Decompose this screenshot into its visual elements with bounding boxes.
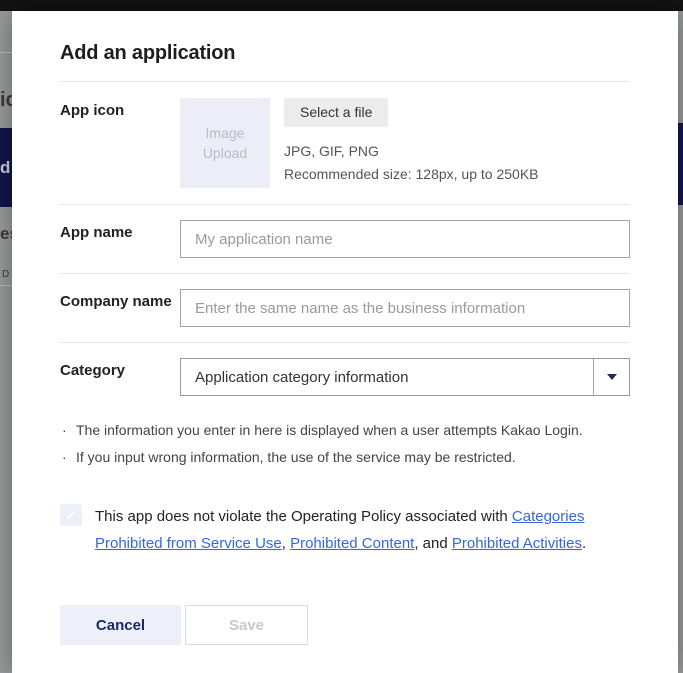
backdrop-banner: d xyxy=(0,128,12,207)
note-line: · If you input wrong information, the us… xyxy=(62,447,630,467)
app-name-label: App name xyxy=(60,220,180,244)
screen: ic d es D Add an application App icon Im… xyxy=(0,0,683,673)
allowed-formats-text: JPG, GIF, PNG xyxy=(284,140,539,163)
bullet: · xyxy=(62,420,76,440)
recommended-size-text: Recommended size: 128px, up to 250KB xyxy=(284,163,539,186)
save-button[interactable]: Save xyxy=(185,605,308,645)
link-prohibited-activities[interactable]: Prohibited Activities xyxy=(452,535,582,552)
company-name-input[interactable] xyxy=(180,289,630,327)
category-selected-value: Application category information xyxy=(181,359,593,395)
app-icon-row: App icon Image Upload Select a file JPG,… xyxy=(60,82,630,205)
company-name-row: Company name xyxy=(60,274,630,343)
policy-text-before: This app does not violate the Operating … xyxy=(95,508,512,525)
bullet: · xyxy=(62,447,76,467)
cancel-button[interactable]: Cancel xyxy=(60,605,181,645)
backdrop-divider xyxy=(0,285,12,286)
checkmark-icon: ✓ xyxy=(65,508,77,522)
notes-section: · The information you enter in here is d… xyxy=(60,409,630,467)
link-prohibited-content[interactable]: Prohibited Content xyxy=(290,535,414,552)
policy-agreement-row: ✓ This app does not violate the Operatin… xyxy=(60,503,630,557)
select-file-button[interactable]: Select a file xyxy=(284,98,388,127)
backdrop-divider xyxy=(0,52,12,53)
backdrop-text-fragment: D xyxy=(2,269,9,280)
chevron-down-icon xyxy=(607,374,617,380)
category-label: Category xyxy=(60,358,180,382)
note-line: · The information you enter in here is d… xyxy=(62,420,630,440)
backdrop-top-bar xyxy=(0,0,683,11)
backdrop-banner xyxy=(678,123,683,205)
modal-footer-buttons: Cancel Save xyxy=(60,605,630,645)
upload-placeholder-line1: Image xyxy=(206,123,245,143)
policy-separator: , xyxy=(282,535,290,552)
backdrop-right-strip xyxy=(678,11,683,673)
backdrop-left-strip: ic d es D xyxy=(0,11,12,673)
company-name-label: Company name xyxy=(60,289,180,313)
policy-checkbox[interactable]: ✓ xyxy=(60,504,82,526)
add-application-modal: Add an application App icon Image Upload… xyxy=(12,11,678,673)
app-name-row: App name xyxy=(60,205,630,274)
backdrop-text-fragment: ic xyxy=(0,89,12,112)
note-text: If you input wrong information, the use … xyxy=(76,447,516,467)
policy-separator: , and xyxy=(414,535,452,552)
note-text: The information you enter in here is dis… xyxy=(76,420,583,440)
category-select[interactable]: Application category information xyxy=(180,358,630,396)
category-row: Category Application category informatio… xyxy=(60,343,630,409)
backdrop-text-fragment: d xyxy=(0,158,10,178)
backdrop-text-fragment: es xyxy=(0,224,12,244)
policy-text: This app does not violate the Operating … xyxy=(95,503,630,557)
upload-placeholder-line2: Upload xyxy=(203,143,247,163)
policy-text-after: . xyxy=(582,535,586,552)
category-dropdown-toggle[interactable] xyxy=(593,359,629,395)
modal-title: Add an application xyxy=(60,38,630,68)
app-name-input[interactable] xyxy=(180,220,630,258)
image-upload-dropzone[interactable]: Image Upload xyxy=(180,98,270,188)
app-icon-label: App icon xyxy=(60,98,180,122)
